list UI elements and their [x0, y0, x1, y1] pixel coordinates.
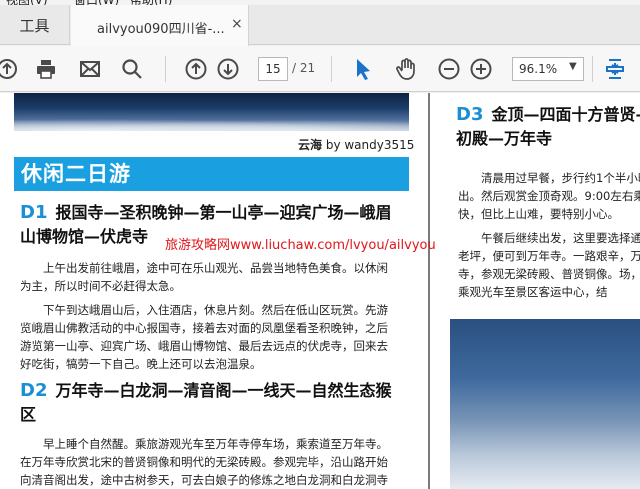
page-total: / 21 [292, 61, 316, 75]
page-number-input[interactable]: 15 [258, 57, 288, 81]
prev-page-icon[interactable] [183, 56, 209, 82]
tab-bar: 工具 ailvyou090四川省-... × [0, 5, 640, 46]
day3-heading: D3 金顶—四面十方普贤—初殿—万年寺 [456, 104, 640, 148]
pdf-page-left: 云海 by wandy3515 休闲二日游 D1 报国寺—圣积晚钟—第一山亭—迎宾… [0, 93, 428, 489]
fit-page-icon[interactable] [602, 56, 628, 82]
tab-tools[interactable]: 工具 [0, 5, 70, 45]
tab-tools-label: 工具 [19, 16, 50, 35]
day1-paragraph-2: 下午到达峨眉山后，入住酒店，休息片刻。然后在低山区玩赏。先游览峨眉山佛教活动的中… [20, 303, 388, 371]
select-cursor-icon[interactable] [350, 56, 376, 82]
watermark-overlay: 旅游攻略网www.liuchaw.com/lvyou/ailvyou [165, 238, 436, 253]
day3-paragraph-1: 清晨用过早餐，步行约1个半小时出。然后观赏金顶奇观。9:00左右乘快，但比上山难… [458, 171, 640, 221]
photo-caption: 云海 by wandy3515 [298, 138, 415, 152]
zoom-out-icon[interactable] [436, 56, 462, 82]
pdf-page-right: D3 金顶—四面十方普贤—初殿—万年寺 清晨用过早餐，步行约1个半小时出。然后观赏… [430, 93, 640, 489]
tab-document-title: ailvyou090四川省-... [97, 22, 225, 37]
tab-document[interactable]: ailvyou090四川省-... × [71, 5, 249, 46]
tab-close-icon[interactable]: × [231, 16, 243, 32]
zoom-in-icon[interactable] [468, 56, 494, 82]
mountain-photo [450, 319, 640, 489]
hand-icon[interactable] [393, 56, 419, 82]
print-icon[interactable] [33, 56, 59, 82]
pdf-reader-window: 视图(V) 窗口(W) 帮助(H) 工具 ailvyou090四川省-... × [0, 0, 640, 489]
day3-paragraph-2: 午餐后继续出发，这里要选择通长老坪，便可到万年寺。一路艰辛，万年寺，参观无梁砖殿… [458, 231, 640, 299]
mail-icon[interactable] [77, 56, 103, 82]
day1-paragraph-1: 上午出发前往峨眉，途中可在乐山观光、品尝当地特色美食。以休闲为主，所以时间不必赶… [20, 261, 388, 293]
document-view[interactable]: 云海 by wandy3515 休闲二日游 D1 报国寺—圣积晚钟—第一山亭—迎宾… [0, 93, 640, 489]
sea-of-clouds-photo [14, 93, 409, 131]
zoom-value: 96.1% [519, 62, 558, 76]
section-banner: 休闲二日游 [14, 157, 409, 191]
search-icon[interactable] [119, 56, 145, 82]
next-page-icon[interactable] [215, 56, 241, 82]
main-toolbar: 15 / 21 96.1% ▼ [0, 46, 640, 92]
day2-heading: D2 万年寺—白龙洞—清音阁—一线天—自然生态猴区 [20, 380, 392, 424]
day2-paragraph-1: 早上睡个自然醒。乘旅游观光车至万年寺停车场，乘索道至万年寺。在万年寺欣赏北宋的普… [20, 437, 388, 487]
chevron-down-icon: ▼ [569, 61, 577, 72]
zoom-select[interactable]: 96.1% ▼ [512, 57, 584, 81]
upload-icon[interactable] [0, 56, 20, 82]
